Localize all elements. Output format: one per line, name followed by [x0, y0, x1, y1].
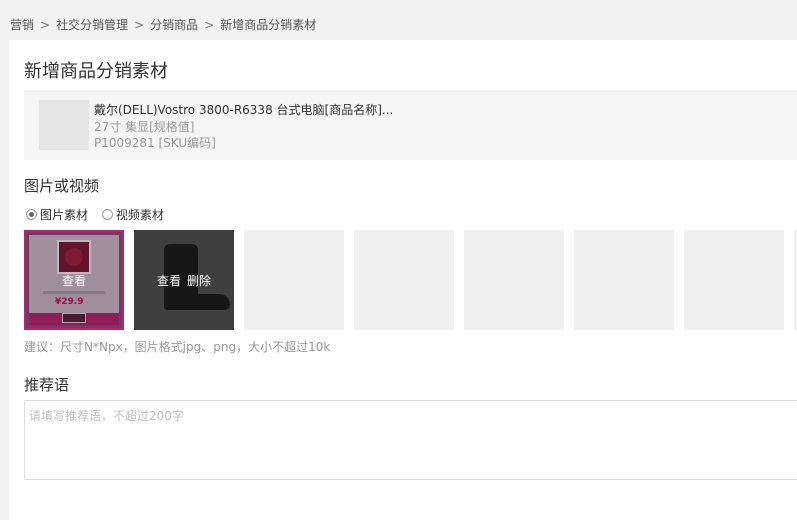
- media-section-title: 图片或视频: [24, 177, 100, 195]
- slot-overlay: 查看 删除: [134, 230, 234, 330]
- breadcrumb-separator: >: [204, 18, 215, 32]
- radio-label: 视频素材: [115, 208, 164, 222]
- product-card: 戴尔(DELL)Vostro 3800-R6338 台式电脑[商品名称]... …: [24, 90, 797, 160]
- slot-overlay: 查看: [26, 232, 122, 328]
- breadcrumb-item-distribution-products[interactable]: 分销商品: [150, 18, 198, 32]
- media-slot-empty[interactable]: [574, 230, 674, 330]
- product-sku: P1009281 [SKU编码]: [94, 136, 216, 150]
- main-panel: 新增商品分销素材 戴尔(DELL)Vostro 3800-R6338 台式电脑[…: [9, 40, 797, 520]
- upload-hint: 建议：尺寸N*Npx，图片格式jpg、png，大小不超过10k: [24, 340, 331, 354]
- recommend-section-title: 推荐语: [24, 376, 70, 394]
- radio-video-material[interactable]: 视频素材: [101, 206, 164, 223]
- view-button[interactable]: 查看: [62, 272, 86, 289]
- media-slot-empty[interactable]: [464, 230, 564, 330]
- delete-button[interactable]: 删除: [187, 272, 211, 289]
- media-slot-empty[interactable]: [684, 230, 784, 330]
- radio-checked-icon[interactable]: [26, 209, 37, 220]
- radio-label: 图片素材: [40, 208, 89, 222]
- media-type-radio-group: 图片素材 视频素材: [26, 206, 174, 223]
- radio-image-material[interactable]: 图片素材: [26, 206, 88, 223]
- product-name: 戴尔(DELL)Vostro 3800-R6338 台式电脑[商品名称]...: [94, 103, 394, 117]
- media-upload-row: ¥29.9 查看 查看 删除: [24, 230, 797, 330]
- breadcrumb-item-marketing[interactable]: 营销: [10, 18, 34, 32]
- product-thumbnail: [39, 100, 89, 150]
- media-slot-boot-image[interactable]: 查看 删除: [134, 230, 234, 330]
- breadcrumb-separator: >: [40, 18, 51, 32]
- breadcrumb: 营销 > 社交分销管理 > 分销商品 > 新增商品分销素材: [10, 16, 316, 33]
- breadcrumb-item-current: 新增商品分销素材: [220, 18, 317, 32]
- view-button[interactable]: 查看: [157, 272, 181, 289]
- product-spec: 27寸 集显[规格值]: [94, 120, 195, 134]
- breadcrumb-separator: >: [134, 18, 145, 32]
- media-slot-promo-image[interactable]: ¥29.9 查看: [24, 230, 124, 330]
- media-slot-empty[interactable]: [354, 230, 454, 330]
- breadcrumb-item-social-distribution[interactable]: 社交分销管理: [56, 18, 128, 32]
- recommend-textarea[interactable]: [24, 400, 797, 480]
- radio-unchecked-icon[interactable]: [101, 209, 113, 220]
- media-slot-empty[interactable]: [244, 230, 344, 330]
- page-title: 新增商品分销素材: [24, 61, 168, 82]
